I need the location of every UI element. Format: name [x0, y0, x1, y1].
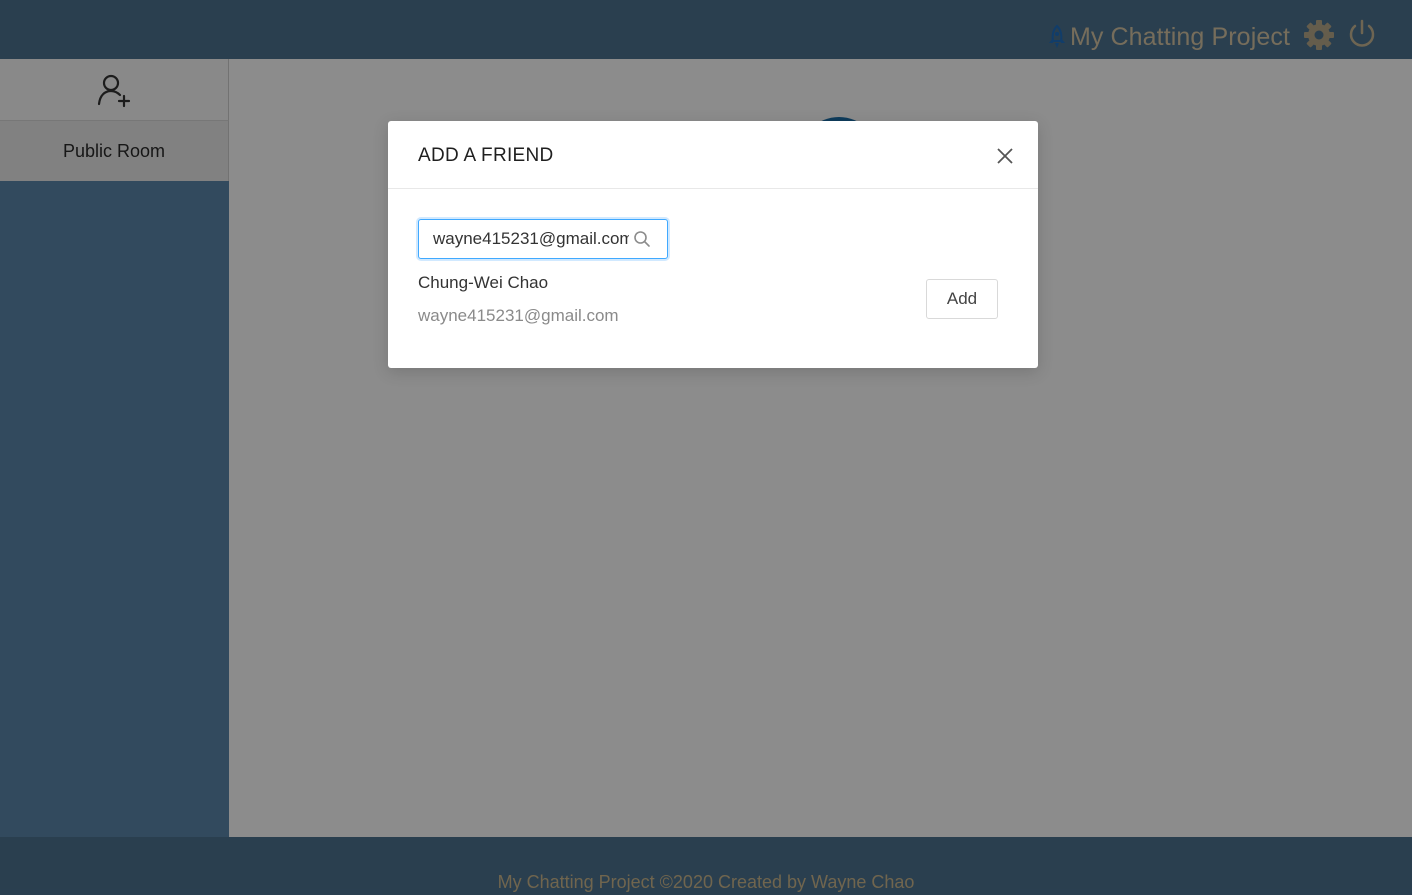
close-icon [997, 148, 1013, 164]
result-name: Chung-Wei Chao [418, 273, 549, 292]
add-friend-modal: ADD A FRIEND Chung-Wei Chao wayne415231@… [388, 121, 1038, 368]
search-field[interactable] [418, 219, 668, 259]
close-button[interactable] [994, 145, 1016, 167]
result-email: wayne415231@gmail.com [418, 306, 619, 325]
modal-header: ADD A FRIEND [388, 121, 1038, 189]
search-input[interactable] [433, 229, 629, 249]
search-icon[interactable] [633, 230, 651, 248]
modal-title: ADD A FRIEND [418, 145, 554, 166]
add-friend-confirm-button[interactable]: Add [926, 279, 998, 319]
